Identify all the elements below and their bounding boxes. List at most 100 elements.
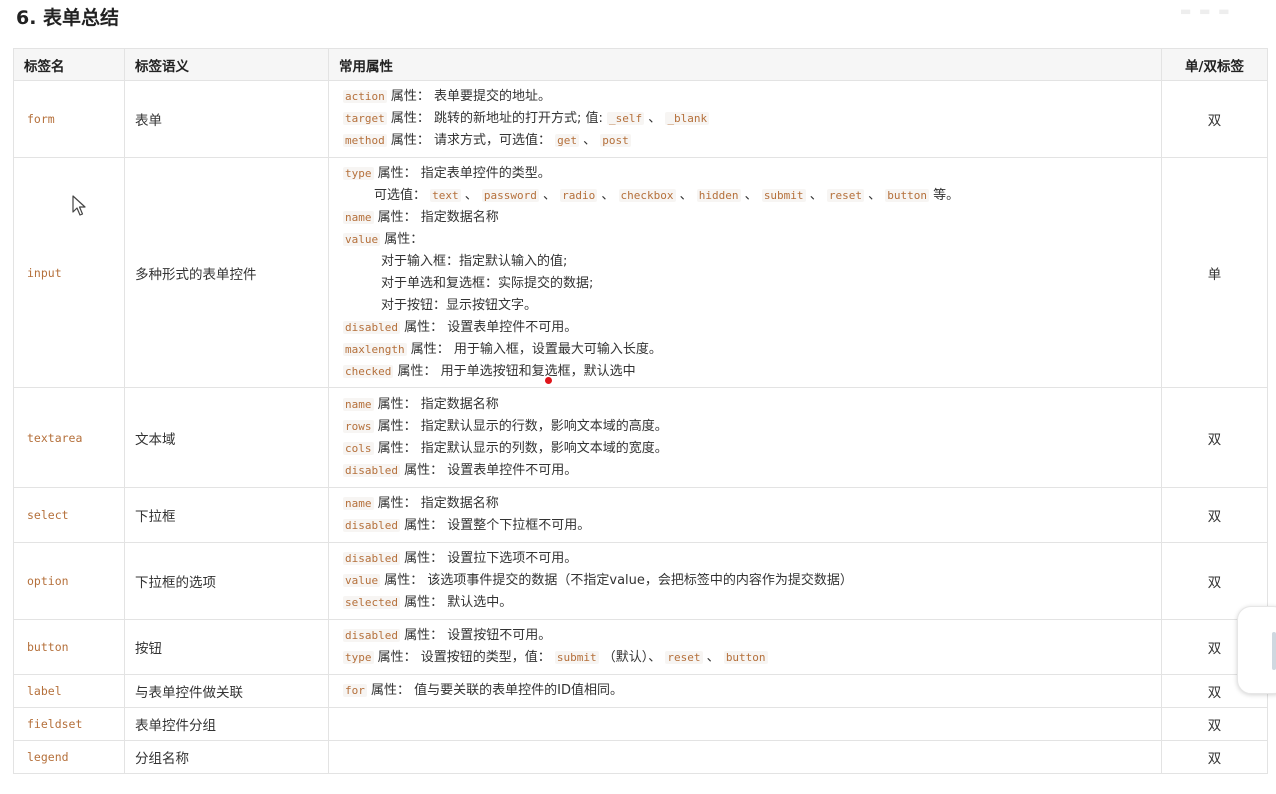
table-header: 标签名 标签语义 常用属性 单/双标签 (13, 48, 1268, 81)
attr-text: 等。 (928, 187, 960, 203)
attr-code: text (430, 188, 461, 202)
attr-line: name 属性： 指定数据名称 (343, 493, 1147, 515)
attr-line: 对于按钮：显示按钮文字。 (343, 295, 1147, 317)
cell-tag-name: form (13, 80, 125, 158)
attr-code: get (555, 134, 580, 147)
table-row: input 多种形式的表单控件 type 属性： 指定表单控件的类型。 可选值： te… (13, 157, 1268, 388)
side-floating-widget[interactable] (1237, 606, 1276, 694)
cell-tag-semantic: 表单 (124, 80, 329, 158)
cell-tag-semantic: 下拉框 (124, 487, 329, 543)
cell-tag-name: option (13, 542, 125, 620)
attr-text: 可选值： (374, 187, 431, 203)
attr-text: 属性： 设置整个下拉框不可用。 (399, 518, 591, 533)
attr-code: cols (343, 441, 374, 455)
attr-text: 属性： 用于输入框，设置最大可输入长度。 (406, 341, 662, 357)
table-body: form 表单 action 属性： 表单要提交的地址。 target 属性： 跳转的… (13, 80, 1268, 774)
attr-code: action (343, 90, 387, 103)
attr-code: submit (761, 188, 806, 202)
cell-single-double: 双 (1161, 487, 1268, 543)
attr-line: disabled 属性： 设置表单控件不可用。 (343, 317, 1147, 339)
attr-text: 属性： 设置按钮的类型，值： (373, 650, 555, 665)
cell-common-attrs: disabled 属性： 设置按钮不可用。 type 属性： 设置按钮的类型，值：… (328, 619, 1162, 675)
cell-single-double: 单 (1161, 157, 1268, 388)
attr-line: value 属性： 该选项事件提交的数据（不指定value，会把标签中的内容作为… (343, 570, 1147, 592)
attr-line: action 属性： 表单要提交的地址。 (343, 86, 1147, 108)
attr-text: 属性： 跳转的新地址的打开方式; 值: (386, 111, 608, 126)
attr-text: 、 (460, 187, 482, 203)
cell-tag-name: legend (13, 740, 125, 774)
attr-text: 、 (863, 187, 886, 203)
cell-tag-name: input (13, 157, 125, 388)
header-tag-semantic: 标签语义 (124, 48, 329, 81)
attr-line: disabled 属性： 设置整个下拉框不可用。 (343, 515, 1147, 537)
attr-line: 对于输入框：指定默认输入的值; (343, 251, 1147, 273)
attr-code: disabled (343, 519, 400, 532)
cell-common-attrs: disabled 属性： 设置拉下选项不可用。 value 属性： 该选项事件提交… (328, 542, 1162, 620)
cell-common-attrs: for 属性： 值与要关联的表单控件的ID值相同。 (328, 674, 1162, 708)
attr-text: 属性： 用于单选按钮和复选框，默认选中 (393, 363, 636, 379)
attr-line: 可选值： text 、 password 、 radio 、 checkbox … (343, 185, 1147, 207)
page-title: 6. 表单总结 (16, 7, 120, 29)
attr-line: maxlength 属性： 用于输入框，设置最大可输入长度。 (343, 339, 1147, 361)
attr-text: 、 (805, 187, 827, 203)
attr-code: rows (343, 419, 374, 433)
attr-text: 属性： 设置拉下选项不可用。 (399, 551, 578, 566)
attr-code: disabled (343, 629, 400, 642)
attr-text: 属性： 该选项事件提交的数据（不指定value，会把标签中的内容作为提交数据） (380, 573, 853, 588)
attr-line: 对于单选和复选框：实际提交的数据; (343, 273, 1147, 295)
form-summary-table: 标签名 标签语义 常用属性 单/双标签 form 表单 action 属性： 表单要… (13, 48, 1268, 774)
attr-code: checked (343, 364, 394, 378)
attr-code: selected (343, 596, 400, 609)
cell-single-double: 双 (1161, 707, 1268, 741)
attr-code: value (343, 232, 381, 246)
attr-code: method (343, 134, 387, 147)
cell-tag-semantic: 与表单控件做关联 (124, 674, 329, 708)
attr-text: 、 (579, 133, 601, 148)
attr-line: value 属性： (343, 229, 1147, 251)
cell-common-attrs: action 属性： 表单要提交的地址。 target 属性： 跳转的新地址的打开… (328, 80, 1162, 158)
cell-tag-semantic: 按钮 (124, 619, 329, 675)
attr-text: 、 (702, 650, 724, 665)
cell-common-attrs (328, 707, 1162, 741)
attr-code: button (885, 188, 929, 202)
header-single-double: 单/双标签 (1161, 48, 1268, 81)
cell-common-attrs (328, 740, 1162, 774)
attr-text: 属性： 设置表单控件不可用。 (399, 462, 578, 478)
attr-code: for (343, 684, 367, 697)
table-header-row: 标签名 标签语义 常用属性 单/双标签 (13, 48, 1268, 81)
attr-code: submit (554, 651, 599, 664)
attr-code: post (600, 134, 631, 147)
attr-line: type 属性： 指定表单控件的类型。 (343, 163, 1147, 185)
side-scroll-handle[interactable] (1272, 632, 1276, 670)
attr-code: reset (826, 188, 864, 202)
attr-text: 、 (675, 187, 697, 203)
attr-text: 、 (597, 187, 619, 203)
attr-text: 属性： 请求方式，可选值： (386, 133, 556, 148)
attr-code: checkbox (618, 188, 676, 202)
attr-line: name 属性： 指定数据名称 (343, 207, 1147, 229)
cell-tag-name: select (13, 487, 125, 543)
attr-text: 属性： 指定表单控件的类型。 (373, 165, 551, 181)
attr-text: 属性： 设置按钮不可用。 (399, 628, 552, 643)
attr-line: name 属性： 指定数据名称 (343, 394, 1147, 416)
cell-tag-name: button (13, 619, 125, 675)
attr-code: _blank (665, 112, 710, 125)
attr-text: 属性： (380, 231, 424, 247)
attr-text: 对于按钮：显示按钮文字。 (381, 297, 538, 313)
cell-tag-name: fieldset (13, 707, 125, 741)
attr-line: target 属性： 跳转的新地址的打开方式; 值: _self 、 _blan… (343, 108, 1147, 130)
attr-code: disabled (343, 320, 400, 334)
attr-code: radio (560, 188, 598, 202)
header-tag-name: 标签名 (13, 48, 125, 81)
attr-code: disabled (343, 552, 400, 565)
attr-line: selected 属性： 默认选中。 (343, 592, 1147, 614)
table-row: select 下拉框 name 属性： 指定数据名称 disabled 属性： 设置整… (13, 487, 1268, 543)
table-row: textarea 文本域 name 属性： 指定数据名称 rows 属性： 指定默认显… (13, 387, 1268, 488)
attr-text: 属性： 指定数据名称 (373, 496, 499, 511)
attr-line: for 属性： 值与要关联的表单控件的ID值相同。 (343, 680, 1147, 702)
cell-tag-semantic: 下拉框的选项 (124, 542, 329, 620)
attr-text: 、 (644, 111, 666, 126)
table-row: option 下拉框的选项 disabled 属性： 设置拉下选项不可用。 value… (13, 542, 1268, 620)
attr-line: disabled 属性： 设置表单控件不可用。 (343, 460, 1147, 482)
cell-tag-name: textarea (13, 387, 125, 488)
